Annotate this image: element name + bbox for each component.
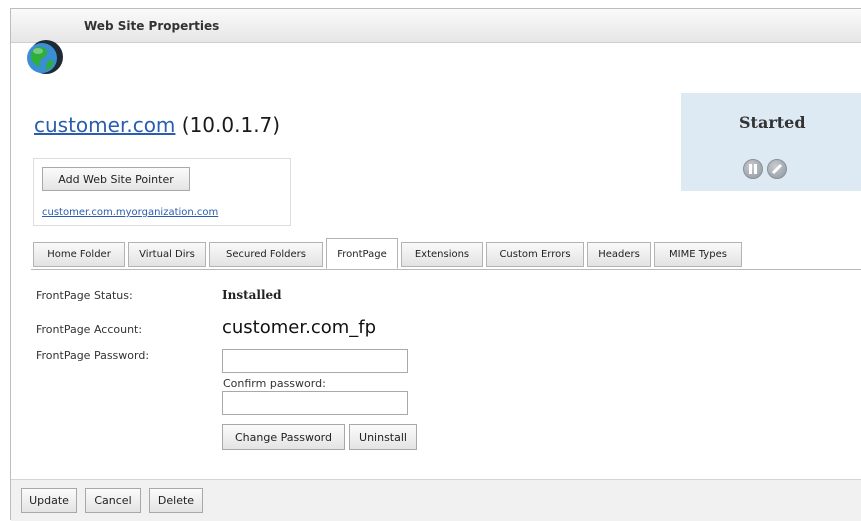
- properties-window: Web Site Properties customer.com (10.0.1…: [10, 8, 861, 521]
- site-pointer-link[interactable]: customer.com.myorganization.com: [42, 207, 218, 218]
- update-button[interactable]: Update: [21, 488, 77, 513]
- confirm-password-input[interactable]: [222, 391, 408, 415]
- tab-secured-folders[interactable]: Secured Folders: [209, 242, 323, 267]
- window-title: Web Site Properties: [84, 19, 220, 33]
- tab-headers[interactable]: Headers: [587, 242, 651, 267]
- frontpage-password-input[interactable]: [222, 349, 408, 373]
- pause-icon[interactable]: [743, 159, 763, 179]
- tab-frontpage[interactable]: FrontPage: [326, 238, 398, 269]
- frontpage-account-label: FrontPage Account:: [36, 323, 143, 336]
- uninstall-button[interactable]: Uninstall: [349, 424, 417, 450]
- site-status: Started: [739, 113, 806, 132]
- delete-button[interactable]: Delete: [149, 488, 203, 513]
- confirm-password-label: Confirm password:: [223, 377, 326, 390]
- title-bar: Web Site Properties: [11, 9, 861, 43]
- tab-home-folder[interactable]: Home Folder: [33, 242, 125, 267]
- tab-extensions[interactable]: Extensions: [401, 242, 483, 267]
- tab-custom-errors[interactable]: Custom Errors: [486, 242, 584, 267]
- site-pointer-panel: Add Web Site Pointer customer.com.myorga…: [33, 158, 291, 226]
- frontpage-status-value: Installed: [222, 288, 282, 302]
- frontpage-account-value: customer.com_fp: [222, 317, 377, 338]
- tab-virtual-dirs[interactable]: Virtual Dirs: [128, 242, 206, 267]
- site-heading: customer.com (10.0.1.7): [34, 113, 280, 137]
- site-ip: (10.0.1.7): [181, 113, 281, 137]
- stop-icon[interactable]: [767, 159, 787, 179]
- site-name-link[interactable]: customer.com: [34, 113, 175, 137]
- change-password-button[interactable]: Change Password: [222, 424, 345, 450]
- footer-bar: Update Cancel Delete: [11, 479, 861, 521]
- frontpage-password-label: FrontPage Password:: [36, 349, 150, 362]
- website-globe-icon: [24, 37, 64, 77]
- add-web-site-pointer-button[interactable]: Add Web Site Pointer: [42, 167, 190, 191]
- frontpage-status-label: FrontPage Status:: [36, 289, 133, 302]
- tab-mime-types[interactable]: MIME Types: [654, 242, 742, 267]
- cancel-button[interactable]: Cancel: [85, 488, 141, 513]
